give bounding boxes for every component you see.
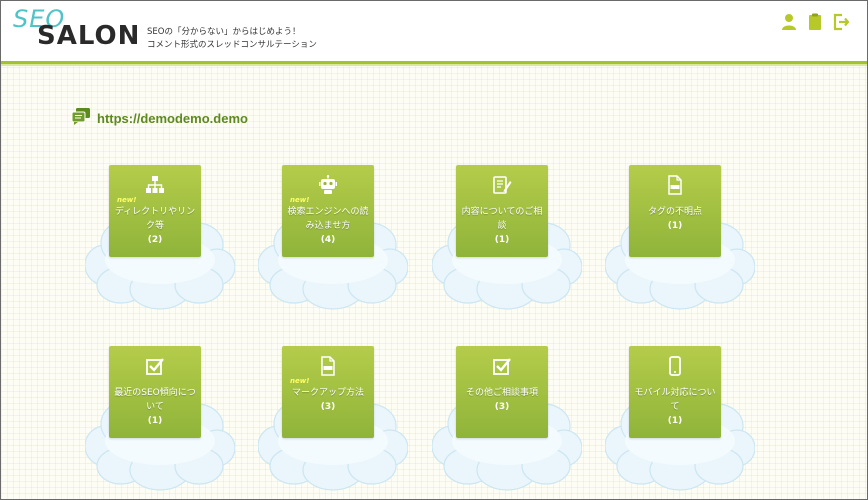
category-tile[interactable]: 最近のSEO傾向について (1) [84, 346, 236, 496]
category-name: モバイル対応について [634, 388, 716, 412]
tagline-line-2: コメント形式のスレッドコンサルテーション [147, 40, 317, 50]
site-url-heading: https://demodemo.demo [71, 107, 248, 129]
category-card[interactable]: new! マークアップ方法 (3) [282, 346, 374, 438]
category-count: (2) [147, 235, 163, 245]
html-file-icon [318, 356, 338, 376]
category-card[interactable]: 内容についてのご相談 (1) [456, 165, 548, 257]
user-icon[interactable] [781, 13, 797, 31]
checkbox-icon [145, 356, 165, 376]
comments-icon [71, 107, 91, 129]
category-card[interactable]: タグの不明点 (1) [629, 165, 721, 257]
category-name: 検索エンジンへの読み込ませ方 [287, 207, 369, 231]
site-tagline: SEOの「分からない」からはじめよう！ コメント形式のスレッドコンサルテーション [147, 26, 317, 52]
header-icon-bar [781, 13, 850, 31]
logo-salon-text: SALON [37, 21, 141, 51]
category-tile[interactable]: 内容についてのご相談 (1) [431, 165, 583, 315]
checkbox-icon [492, 356, 512, 376]
category-count: (3) [320, 402, 336, 412]
category-count: (3) [494, 402, 510, 412]
category-tile[interactable]: その他ご相談事項 (3) [431, 346, 583, 496]
tagline-line-1: SEOの「分からない」からはじめよう！ [147, 27, 301, 37]
category-tile[interactable]: new! 検索エンジンへの読み込ませ方 (4) [257, 165, 409, 315]
new-badge: new! [117, 196, 137, 204]
category-count: (1) [147, 416, 163, 426]
app-window: SEO SALON SEOの「分からない」からはじめよう！ コメント形式のスレッ… [0, 0, 868, 500]
category-name: マークアップ方法 [291, 388, 364, 398]
clipboard-icon[interactable] [807, 13, 823, 31]
sitemap-icon [145, 175, 165, 195]
site-header: SEO SALON SEOの「分からない」からはじめよう！ コメント形式のスレッ… [1, 1, 867, 64]
category-name: その他ご相談事項 [465, 388, 538, 398]
new-badge: new! [290, 377, 310, 385]
category-card[interactable]: new! ディレクトリやリンク等 (2) [109, 165, 201, 257]
category-tile[interactable]: new! ディレクトリやリンク等 (2) [84, 165, 236, 315]
category-card[interactable]: 最近のSEO傾向について (1) [109, 346, 201, 438]
category-tile[interactable]: new! マークアップ方法 (3) [257, 346, 409, 496]
category-name: 内容についてのご相談 [461, 207, 543, 231]
category-card[interactable]: その他ご相談事項 (3) [456, 346, 548, 438]
logout-icon[interactable] [833, 13, 850, 31]
category-tile[interactable]: タグの不明点 (1) [604, 165, 756, 315]
html-file-icon [665, 175, 685, 195]
category-name: ディレクトリやリンク等 [114, 207, 196, 231]
category-name: 最近のSEO傾向について [114, 388, 196, 412]
robot-icon [318, 175, 338, 195]
site-logo[interactable]: SEO SALON [9, 5, 139, 53]
category-tile[interactable]: モバイル対応について (1) [604, 346, 756, 496]
site-url-text: https://demodemo.demo [97, 110, 248, 126]
mobile-icon [665, 356, 685, 376]
category-card[interactable]: モバイル対応について (1) [629, 346, 721, 438]
category-count: (1) [494, 235, 510, 245]
category-name: タグの不明点 [647, 207, 702, 217]
category-count: (4) [320, 235, 336, 245]
category-count: (1) [667, 416, 683, 426]
new-badge: new! [290, 196, 310, 204]
edit-document-icon [492, 175, 512, 195]
category-count: (1) [667, 221, 683, 231]
category-card[interactable]: new! 検索エンジンへの読み込ませ方 (4) [282, 165, 374, 257]
